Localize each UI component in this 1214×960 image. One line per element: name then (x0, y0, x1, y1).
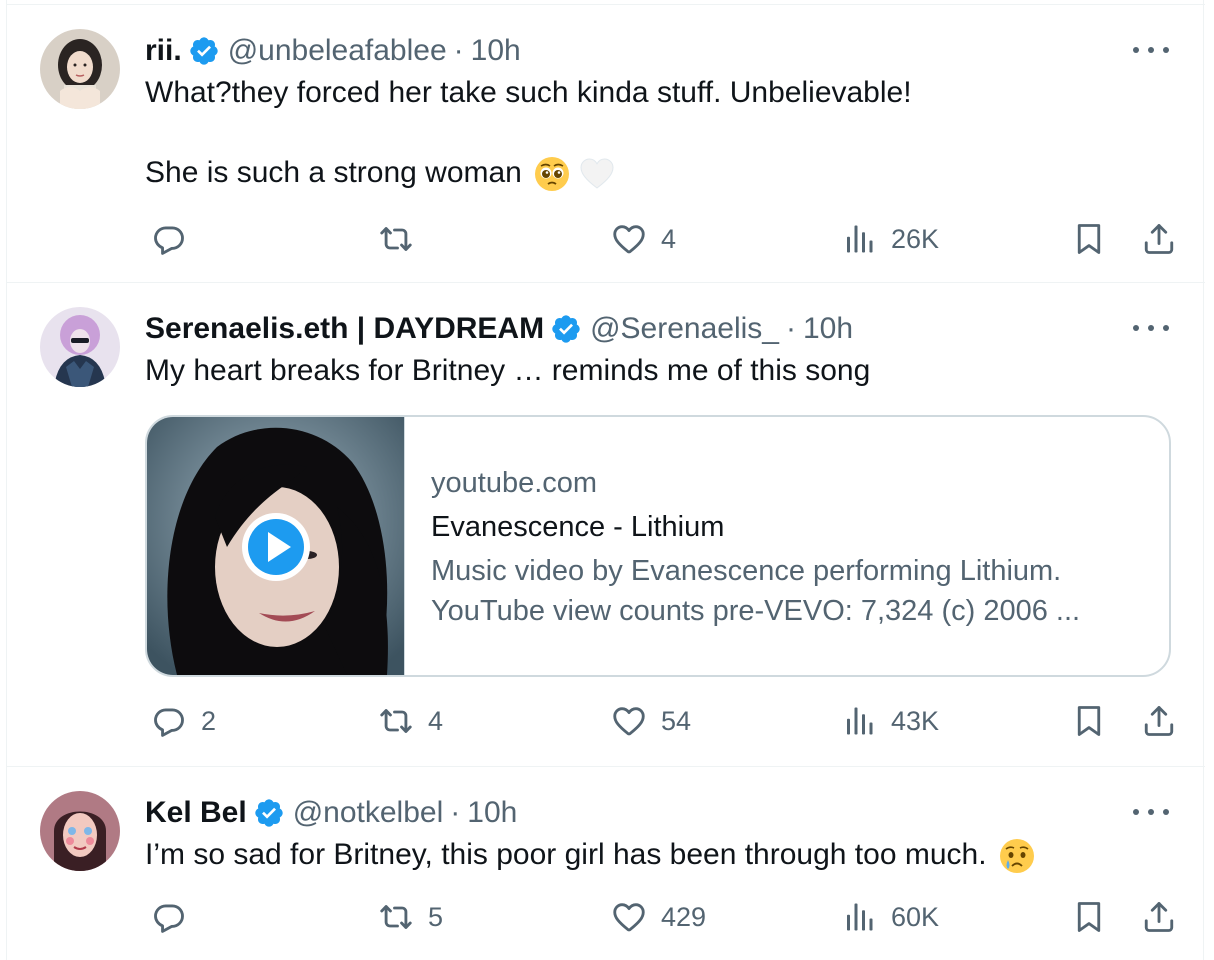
avatar[interactable] (40, 307, 120, 387)
share-icon (1141, 899, 1177, 935)
reply-icon (151, 899, 187, 935)
link-description-line: Music video by Evanescence performing Li… (431, 555, 1062, 587)
link-domain: youtube.com (431, 467, 598, 499)
views-icon (841, 703, 877, 739)
repost-count: 5 (428, 901, 444, 932)
video-thumbnail[interactable] (147, 417, 405, 675)
views-button[interactable]: 60K (841, 895, 939, 939)
bookmark-icon (1071, 221, 1107, 257)
link-preview-card[interactable]: youtube.com Evanescence - Lithium Music … (145, 415, 1171, 677)
separator-dot: · (453, 34, 464, 67)
tweet-text: I’m so sad for Britney, this poor girl h… (145, 838, 987, 871)
views-button[interactable]: 26K (841, 217, 939, 261)
views-icon (841, 899, 877, 935)
reply-button[interactable] (151, 895, 187, 939)
tweet-text-line-with-emoji: She is such a strong woman (145, 153, 615, 193)
tweet-text: She is such a strong woman (145, 156, 522, 189)
separator-dot: · (786, 312, 796, 345)
tweet[interactable]: Serenaelis.eth | DAYDREAM @Serenaelis_ ·… (7, 283, 1205, 767)
repost-button[interactable] (378, 217, 414, 261)
tweet[interactable]: Kel Bel @notkelbel · 10h I’m so sad for … (7, 767, 1205, 960)
reply-icon (151, 703, 187, 739)
display-name[interactable]: Serenaelis.eth | DAYDREAM (145, 312, 544, 346)
views-count: 26K (891, 223, 940, 254)
separator-dot: · (450, 796, 461, 829)
like-button[interactable]: 4 (611, 217, 676, 261)
verified-badge-icon (188, 35, 220, 67)
repost-icon (378, 221, 414, 257)
reply-button[interactable] (151, 217, 187, 261)
handle[interactable]: @notkelbel (293, 796, 444, 830)
display-name[interactable]: Kel Bel (145, 796, 247, 830)
views-button[interactable]: 43K (841, 699, 939, 743)
verified-badge-icon (550, 313, 582, 345)
link-title: Evanescence - Lithium (431, 511, 725, 543)
bookmark-icon (1071, 899, 1107, 935)
tweet-actions: 2 4 54 43K (145, 699, 1185, 743)
reply-button[interactable]: 2 (151, 699, 216, 743)
tweet-text-line-with-emoji: I’m so sad for Britney, this poor girl h… (145, 835, 1035, 875)
bookmark-icon (1071, 703, 1107, 739)
like-count: 4 (661, 223, 677, 254)
tweet-actions: 5 429 60K (145, 895, 1185, 939)
display-name[interactable]: rii. (145, 34, 182, 68)
timeline: rii. @unbeleafablee · 10h What?they forc… (6, 0, 1205, 960)
share-button[interactable] (1141, 699, 1177, 743)
views-icon (841, 221, 877, 257)
share-button[interactable] (1141, 217, 1177, 261)
repost-icon (378, 703, 414, 739)
tweet-text-line: What?they forced her take such kinda stu… (145, 76, 912, 109)
handle[interactable]: @Serenaelis_ (590, 312, 779, 346)
pleading-face-emoji-icon (534, 156, 570, 192)
views-count: 43K (891, 705, 940, 736)
tweet[interactable]: rii. @unbeleafablee · 10h What?they forc… (7, 4, 1205, 283)
link-description-line: YouTube view counts pre-VEVO: 7,324 (c) … (431, 595, 1081, 627)
more-options-icon[interactable] (1133, 317, 1169, 339)
bookmark-button[interactable] (1071, 699, 1107, 743)
reply-icon (151, 221, 187, 257)
share-icon (1141, 703, 1177, 739)
tweet-actions: 4 26K (145, 217, 1185, 261)
handle[interactable]: @unbeleafablee (228, 34, 447, 68)
repost-button[interactable]: 5 (378, 895, 443, 939)
repost-icon (378, 899, 414, 935)
like-button[interactable]: 429 (611, 895, 706, 939)
timestamp[interactable]: 10h (803, 312, 853, 346)
more-options-icon[interactable] (1133, 39, 1169, 61)
more-options-icon[interactable] (1133, 801, 1169, 823)
like-button[interactable]: 54 (611, 699, 691, 743)
repost-count: 4 (428, 705, 444, 736)
bookmark-button[interactable] (1071, 217, 1107, 261)
like-count: 429 (661, 901, 707, 932)
timestamp[interactable]: 10h (467, 796, 517, 830)
tweet-header: Kel Bel @notkelbel · 10h (145, 793, 517, 833)
like-icon (611, 899, 647, 935)
reply-count: 2 (201, 705, 217, 736)
bookmark-button[interactable] (1071, 895, 1107, 939)
share-button[interactable] (1141, 895, 1177, 939)
tweet-header: rii. @unbeleafablee · 10h (145, 31, 521, 71)
like-icon (611, 703, 647, 739)
like-icon (611, 221, 647, 257)
avatar[interactable] (40, 29, 120, 109)
tweet-text-line: My heart breaks for Britney … reminds me… (145, 354, 871, 387)
repost-button[interactable]: 4 (378, 699, 443, 743)
white-heart-emoji-icon (579, 156, 615, 192)
link-card-meta: youtube.com Evanescence - Lithium Music … (431, 463, 1080, 631)
views-count: 60K (891, 901, 940, 932)
share-icon (1141, 221, 1177, 257)
timestamp[interactable]: 10h (471, 34, 521, 68)
like-count: 54 (661, 705, 692, 736)
verified-badge-icon (253, 797, 285, 829)
crying-face-emoji-icon (999, 838, 1035, 874)
avatar[interactable] (40, 791, 120, 871)
tweet-header: Serenaelis.eth | DAYDREAM @Serenaelis_ ·… (145, 309, 853, 349)
